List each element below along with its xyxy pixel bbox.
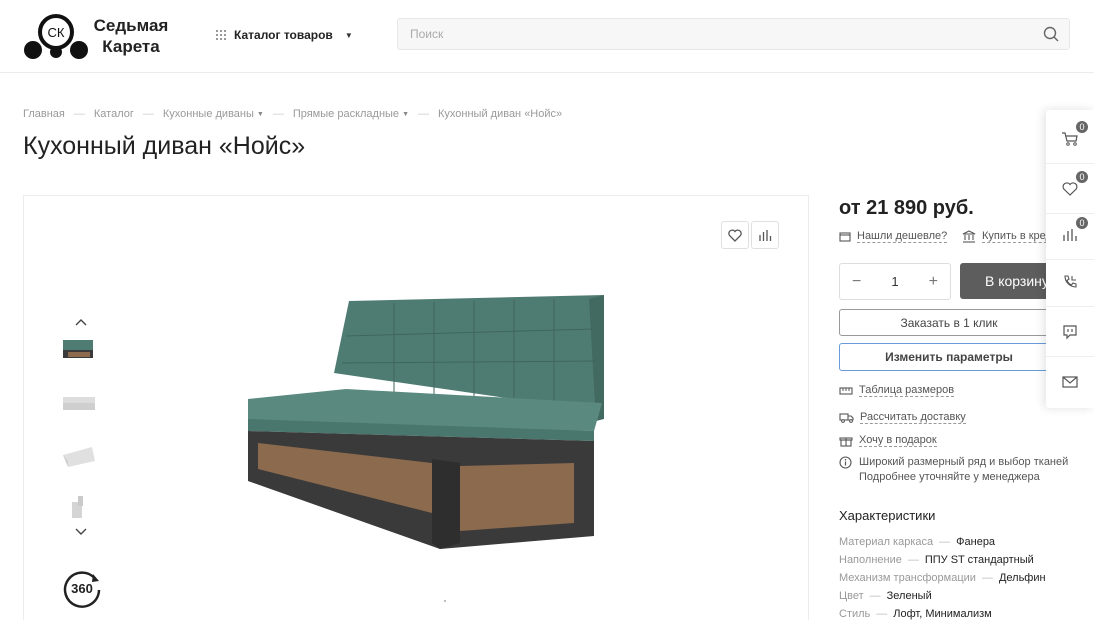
info-note: Широкий размерный ряд и выбор тканей Под… — [839, 455, 1068, 485]
bank-icon — [962, 230, 976, 243]
page-title: Кухонный диван «Нойс» — [23, 132, 306, 160]
side-email-button[interactable] — [1046, 357, 1094, 407]
floating-side-panel: 0 0 0 — [1046, 110, 1094, 408]
product-gallery: 360 — [23, 195, 809, 620]
mail-icon — [1062, 376, 1078, 388]
breadcrumb-catalog[interactable]: Каталог — [94, 108, 134, 120]
side-cart-button[interactable]: 0 — [1046, 114, 1094, 164]
view-360-button[interactable]: 360 — [62, 568, 102, 608]
breadcrumb-home[interactable]: Главная — [23, 108, 65, 120]
logo-line-2: Карета — [102, 37, 160, 56]
caret-down-icon[interactable]: ▼ — [402, 111, 409, 118]
side-compare-button[interactable]: 0 — [1046, 210, 1094, 260]
catalog-menu-button[interactable]: Каталог товаров ▼ — [216, 26, 353, 44]
quantity-value[interactable]: 1 — [891, 274, 898, 289]
characteristic-row: Материал каркаса — Фанера — [839, 536, 996, 548]
caret-down-icon: ▼ — [344, 30, 353, 40]
add-to-favorites-button[interactable] — [721, 221, 749, 249]
search-bar — [397, 18, 1070, 50]
thumbnail-3[interactable] — [60, 441, 98, 469]
svg-text:СК: СК — [48, 25, 65, 40]
quantity-stepper: − 1 + — [839, 263, 951, 300]
chevron-down-icon[interactable] — [73, 526, 89, 538]
info-line-1: Широкий размерный ряд и выбор тканей — [859, 456, 1069, 468]
cart-icon — [1062, 131, 1078, 146]
breadcrumb-separator: — — [73, 108, 85, 120]
compare-bars-icon — [1063, 228, 1077, 241]
cart-count-badge: 0 — [1075, 120, 1089, 134]
info-line-2: Подробнее уточняйте у менеджера — [859, 471, 1040, 483]
truck-icon — [839, 413, 854, 423]
compare-count-badge: 0 — [1075, 216, 1089, 230]
side-callback-button[interactable] — [1046, 257, 1094, 307]
breadcrumb: Главная — Каталог — Кухонные диваны ▼ — … — [23, 108, 562, 120]
breadcrumb-kitchen-sofas[interactable]: Кухонные диваны — [163, 108, 254, 120]
caret-down-icon[interactable]: ▼ — [257, 111, 264, 118]
logo[interactable]: СК Седьмая Карета — [24, 12, 174, 62]
breadcrumb-separator: — — [272, 108, 284, 120]
wallet-icon — [839, 232, 851, 242]
grid-dots-icon — [216, 30, 226, 40]
thumbnail-4[interactable] — [60, 494, 98, 522]
info-icon — [839, 456, 852, 469]
characteristic-row: Механизм трансформации — Дельфин — [839, 572, 1046, 584]
heart-icon — [728, 228, 742, 242]
phone-callback-icon — [1064, 274, 1077, 288]
breadcrumb-current: Кухонный диван «Нойс» — [438, 108, 563, 120]
side-favorites-button[interactable]: 0 — [1046, 164, 1094, 214]
site-header: СК Седьмая Карета Каталог товаров ▼ — [0, 0, 1094, 73]
size-table-link[interactable]: Таблица размеров — [839, 384, 955, 397]
characteristic-row: Наполнение — ППУ ST стандартный — [839, 554, 1034, 566]
heart-icon — [1062, 181, 1078, 196]
logo-text: Седьмая Карета — [90, 15, 172, 57]
product-price: от 21 890 руб. — [839, 197, 974, 219]
logo-line-1: Седьмая — [93, 16, 169, 35]
search-input[interactable] — [398, 19, 1018, 49]
calculate-delivery-link[interactable]: Рассчитать доставку — [839, 411, 966, 424]
decrease-quantity-button[interactable]: − — [852, 273, 861, 291]
thumbnail-2[interactable] — [60, 389, 98, 417]
gift-icon — [839, 436, 853, 447]
characteristics-title: Характеристики — [839, 508, 936, 523]
ruler-icon — [839, 386, 853, 395]
buy-on-credit-link[interactable]: Купить в кред — [962, 230, 1052, 243]
breadcrumb-separator: — — [418, 108, 429, 120]
found-cheaper-link[interactable]: Нашли дешевле? — [839, 230, 948, 243]
svg-text:360: 360 — [71, 581, 93, 596]
chevron-up-icon[interactable] — [73, 316, 89, 328]
add-to-compare-button[interactable] — [751, 221, 779, 249]
favorites-count-badge: 0 — [1075, 170, 1089, 184]
image-indicator-dot — [444, 600, 446, 602]
chat-bubble-icon — [1063, 324, 1077, 339]
compare-bars-icon — [759, 229, 772, 241]
breadcrumb-straight-sofas[interactable]: Прямые раскладные — [293, 108, 399, 120]
logo-mark-icon: СК — [24, 14, 88, 59]
side-chat-button[interactable] — [1046, 307, 1094, 357]
rotate-360-icon: 360 — [63, 571, 101, 608]
catalog-label: Каталог товаров — [234, 28, 333, 42]
increase-quantity-button[interactable]: + — [929, 273, 938, 291]
characteristic-row: Стиль — Лофт, Минимализм — [839, 608, 992, 620]
change-parameters-button[interactable]: Изменить параметры — [839, 343, 1059, 371]
characteristic-row: Цвет — Зеленый — [839, 590, 932, 602]
want-as-gift-link[interactable]: Хочу в подарок — [839, 434, 937, 447]
order-one-click-button[interactable]: Заказать в 1 клик — [839, 309, 1059, 336]
thumbnail-1[interactable] — [60, 336, 98, 364]
breadcrumb-separator: — — [142, 108, 154, 120]
product-image[interactable] — [234, 291, 604, 561]
search-icon[interactable] — [1043, 26, 1059, 42]
